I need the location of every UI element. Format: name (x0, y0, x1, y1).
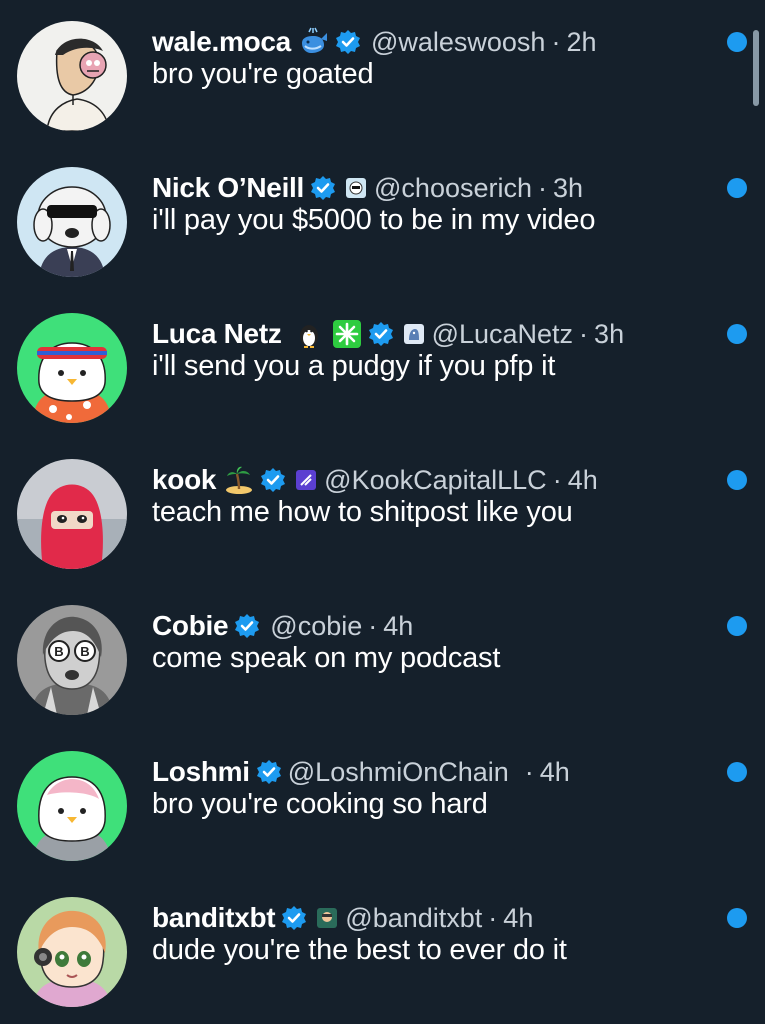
sender-name[interactable]: kook (152, 464, 216, 496)
sender-handle[interactable]: @LucaNetz (432, 319, 573, 350)
sender-name[interactable]: Luca Netz (152, 318, 282, 350)
message-preview: bro you're goated (152, 58, 374, 90)
dm-row-wale-moca[interactable]: wale.moca @waleswoosh · 2h bro you're go… (0, 0, 765, 146)
dm-row-cobie[interactable]: B B Cobie @cobie · 4h come speak on my p… (0, 584, 765, 730)
island-emoji-icon (224, 465, 254, 495)
penguin-emoji-icon (294, 319, 324, 349)
dm-row-kook[interactable]: kook @KookCapitalLLC · 4h teach me how t… (0, 438, 765, 584)
separator: · (551, 26, 561, 57)
svg-text:B: B (54, 644, 63, 659)
avatar[interactable]: B B (17, 605, 127, 715)
unread-indicator (727, 616, 747, 636)
verified-badge-icon (368, 321, 394, 347)
unread-indicator (727, 762, 747, 782)
timestamp: 3h (594, 318, 625, 349)
dm-row-nick-oneill[interactable]: Nick O’Neill @chooserich · 3h i'll pay y… (0, 146, 765, 292)
message-preview: dude you're the best to ever do it (152, 934, 567, 966)
dm-row-loshmi[interactable]: Loshmi @LoshmiOnChain · 4h bro you're co… (0, 730, 765, 876)
unread-indicator (727, 178, 747, 198)
separator: · (538, 172, 547, 203)
avatar[interactable] (17, 313, 127, 423)
verified-badge-icon (335, 29, 361, 55)
sender-name[interactable]: Cobie (152, 610, 229, 642)
message-preview: i'll pay you $5000 to be in my video (152, 204, 596, 236)
separator: · (368, 610, 378, 641)
message-header: Loshmi @LoshmiOnChain · 4h (152, 752, 570, 792)
message-header: Luca Netz @LucaNetz · 3h (152, 314, 624, 354)
verified-badge-icon (310, 175, 336, 201)
avatar[interactable] (17, 459, 127, 569)
affiliate-badge-icon (317, 908, 338, 928)
affiliate-badge-icon (296, 470, 317, 490)
sender-name[interactable]: Loshmi (152, 756, 250, 788)
message-header: kook @KookCapitalLLC · 4h (152, 460, 598, 500)
verified-badge-icon (234, 613, 260, 639)
message-preview: bro you're cooking so hard (152, 788, 488, 820)
sender-handle[interactable]: @chooserich (374, 173, 532, 204)
dm-list: wale.moca @waleswoosh · 2h bro you're go… (0, 0, 765, 1024)
sender-handle[interactable]: @banditxbt (345, 903, 482, 934)
verified-badge-icon (281, 905, 307, 931)
message-header: Nick O’Neill @chooserich · 3h (152, 168, 583, 208)
affiliate-badge-icon (346, 178, 367, 198)
unread-indicator (727, 32, 747, 52)
avatar[interactable] (17, 751, 127, 861)
message-preview: come speak on my podcast (152, 642, 501, 674)
sender-handle[interactable]: @waleswoosh (371, 27, 546, 58)
whale-emoji-icon (299, 27, 329, 57)
avatar[interactable] (17, 897, 127, 1007)
separator: · (488, 902, 498, 933)
timestamp: 2h (566, 26, 597, 57)
affiliate-badge-icon (403, 324, 424, 344)
avatar[interactable] (17, 167, 127, 277)
sender-handle[interactable]: @cobie (270, 611, 362, 642)
svg-text:B: B (80, 644, 89, 659)
unread-indicator (727, 324, 747, 344)
sparkle-emoji-icon (332, 319, 362, 349)
timestamp: 4h (567, 464, 598, 495)
verified-badge-icon (256, 759, 282, 785)
sender-name[interactable]: banditxbt (152, 902, 276, 934)
unread-indicator (727, 908, 747, 928)
dm-row-banditxbt[interactable]: banditxbt @banditxbt · 4h dude you're th… (0, 876, 765, 1022)
sender-handle[interactable]: @LoshmiOnChain (288, 757, 509, 788)
message-header: wale.moca @waleswoosh · 2h (152, 22, 596, 62)
message-preview: i'll send you a pudgy if you pfp it (152, 350, 556, 382)
message-preview: teach me how to shitpost like you (152, 496, 573, 528)
separator: · (524, 756, 534, 787)
timestamp: 4h (383, 610, 414, 641)
timestamp: 3h (553, 172, 584, 203)
separator: · (552, 464, 562, 495)
timestamp: 4h (503, 902, 534, 933)
separator: · (579, 318, 589, 349)
sender-name[interactable]: wale.moca (152, 26, 291, 58)
sender-name[interactable]: Nick O’Neill (152, 172, 304, 204)
message-header: banditxbt @banditxbt · 4h (152, 898, 533, 938)
message-header: Cobie @cobie · 4h (152, 606, 413, 646)
scrollbar[interactable] (753, 30, 759, 106)
dm-row-luca-netz[interactable]: Luca Netz @LucaNetz · 3h i'll send you a… (0, 292, 765, 438)
verified-badge-icon (260, 467, 286, 493)
sender-handle[interactable]: @KookCapitalLLC (324, 465, 547, 496)
avatar[interactable] (17, 21, 127, 131)
unread-indicator (727, 470, 747, 490)
timestamp: 4h (539, 756, 570, 787)
